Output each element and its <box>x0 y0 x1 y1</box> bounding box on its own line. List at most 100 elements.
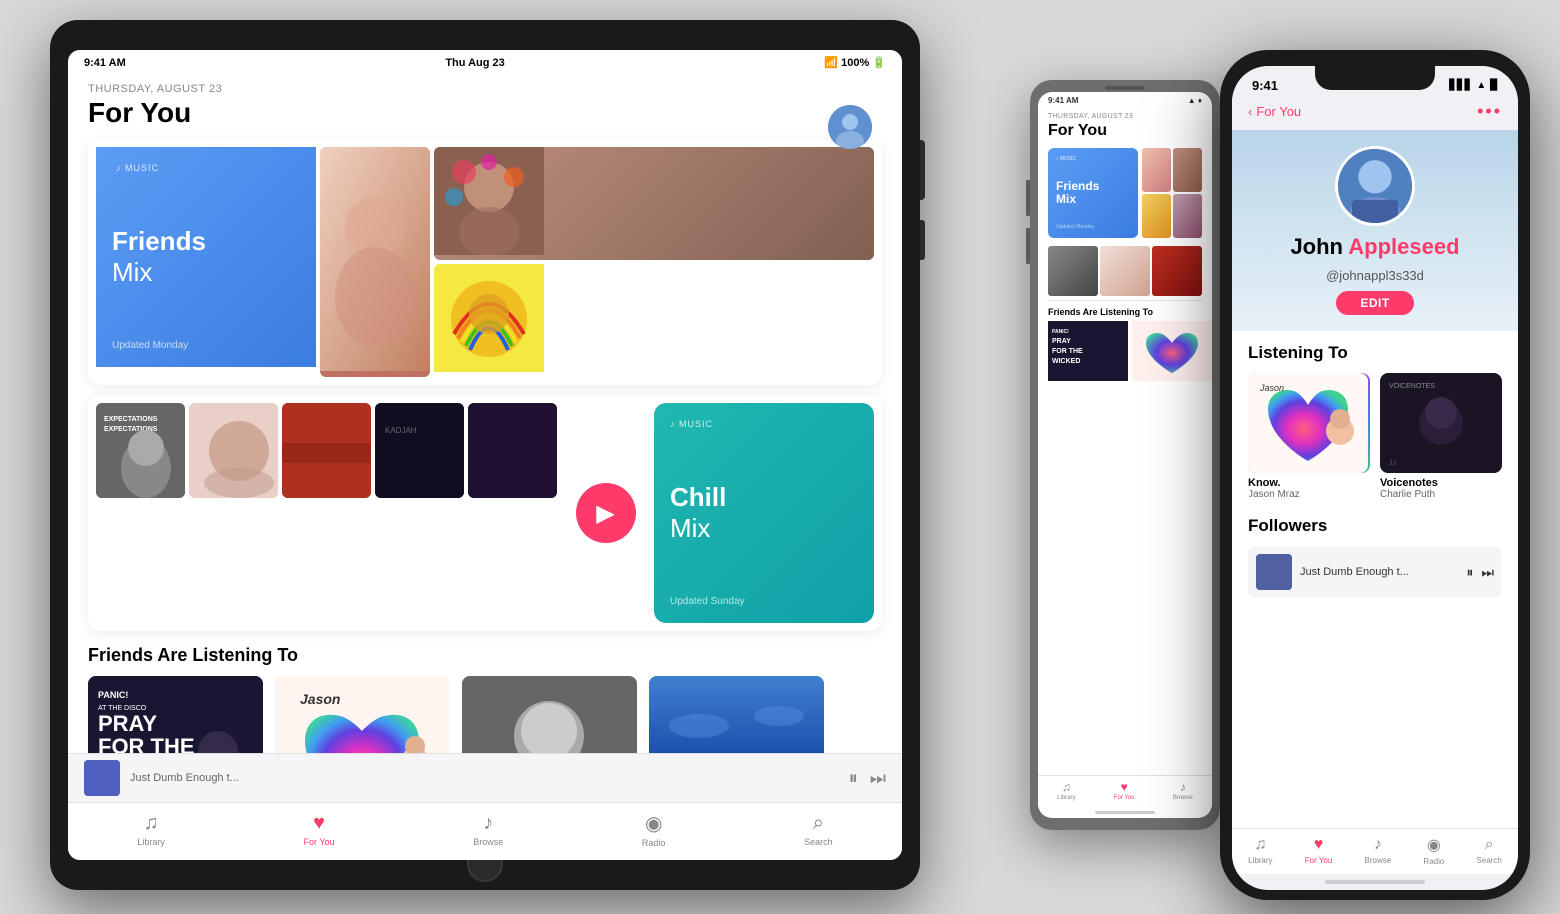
skip-icon[interactable]: ⏭ <box>870 768 886 789</box>
ix-tab-search[interactable]: ⌕ Search <box>1477 836 1502 865</box>
is-friend-jason[interactable] <box>1132 321 1212 381</box>
svg-text:VOICENOTES: VOICENOTES <box>1389 383 1435 390</box>
is-bottom-album-1 <box>1048 246 1098 296</box>
svg-text:PRAY: PRAY <box>98 711 157 736</box>
play-icon: ▶ <box>596 499 614 528</box>
ipad-page-title: For You <box>88 97 882 129</box>
is-for-you-icon: ♥ <box>1121 780 1128 794</box>
ipad-time: 9:41 AM <box>84 57 126 69</box>
play-button[interactable]: ▶ <box>576 483 636 543</box>
ix-edit-button[interactable]: EDIT <box>1336 291 1413 315</box>
is-tab-library[interactable]: ♫ Library <box>1057 780 1075 801</box>
ipad-device: 9:41 AM Thu Aug 23 📶 100% 🔋 THURSDAY, AU… <box>50 20 920 890</box>
pause-follower-icon[interactable]: ⏸ <box>1466 564 1473 581</box>
album-strip-4: KADJAH <box>375 403 464 498</box>
iphone-small-device: 9:41 AM ▲ ♦ THURSDAY, AUGUST 23 For You … <box>1030 80 1220 830</box>
friend-album-jason[interactable]: Jason Know. <box>275 676 450 753</box>
now-playing-thumbnail <box>84 760 120 796</box>
ix-know-artist: Jason Mraz <box>1248 489 1370 500</box>
ix-follower-row: Just Dumb Enough t... ⏸ ⏭ <box>1248 546 1502 598</box>
svg-text:WICKED: WICKED <box>1052 358 1080 365</box>
is-album-1 <box>1142 148 1171 192</box>
is-friend-panic[interactable]: PANIC! PRAY FOR THE WICKED <box>1048 321 1128 381</box>
tab-radio[interactable]: ◉ Radio <box>622 811 686 848</box>
ix-more-button[interactable]: ••• <box>1477 101 1502 122</box>
ipad-battery: 📶 100% 🔋 <box>824 56 886 69</box>
ix-navigation: ‹ For You ••• <box>1232 97 1518 130</box>
ix-browse-label: Browse <box>1365 856 1392 865</box>
wifi-status-icon: ▲ <box>1476 80 1486 91</box>
is-tab-library-label: Library <box>1057 795 1075 801</box>
is-browse-icon: ♪ <box>1180 780 1186 794</box>
ix-tab-bar: ♫ Library ♥ For You ♪ Browse ◉ Radio ⌕ <box>1232 828 1518 874</box>
is-friends-mix-card[interactable]: ♪ MUSIC FriendsMix Updated Monday <box>1048 148 1138 238</box>
ix-avatar <box>1335 146 1415 226</box>
album-art-1 <box>320 147 430 377</box>
library-icon: ♫ <box>144 812 159 835</box>
svg-text:PANIC!: PANIC! <box>1052 329 1069 335</box>
tab-search[interactable]: ⌕ Search <box>784 812 853 847</box>
pause-icon[interactable]: ⏸ <box>849 768 858 789</box>
album-strip-5 <box>468 403 557 498</box>
is-icons: ▲ ♦ <box>1188 96 1202 105</box>
svg-text:KADJAH: KADJAH <box>385 426 417 435</box>
friends-mix-container[interactable]: ♪ MUSIC Friends Mix Updated Monday <box>88 139 882 385</box>
ix-status-icons: ▋▋▋ ▲ ▉ <box>1449 78 1498 93</box>
ix-voicenotes-title: Voicenotes <box>1380 477 1502 489</box>
is-mix-updated: Updated Monday <box>1056 224 1130 230</box>
browse-icon: ♪ <box>483 812 493 835</box>
radio-icon: ◉ <box>645 811 662 836</box>
album-strip-2 <box>189 403 278 498</box>
ix-profile-section: John Appleseed @johnappl3s33d EDIT <box>1232 130 1518 331</box>
is-tab-for-you[interactable]: ♥ For You <box>1114 780 1135 801</box>
is-bottom-album-3 <box>1152 246 1202 296</box>
tab-browse[interactable]: ♪ Browse <box>453 812 523 847</box>
ix-tab-radio[interactable]: ◉ Radio <box>1423 835 1444 866</box>
ix-time: 9:41 <box>1252 78 1278 93</box>
avatar-image <box>828 105 872 149</box>
chill-mix-card[interactable]: ♪ MUSIC Chill Mix Updated Sunday <box>654 403 874 623</box>
tab-for-you-label: For You <box>304 837 335 847</box>
ix-name-red: Appleseed <box>1348 234 1459 259</box>
album-grid-right <box>320 147 874 377</box>
is-page-title: For You <box>1048 122 1202 140</box>
ix-follower-name: Just Dumb Enough t... <box>1300 566 1458 578</box>
is-tab-browse-label: Browse <box>1173 795 1193 801</box>
friend-album-bw[interactable] <box>462 676 637 753</box>
is-bottom-album-2 <box>1100 246 1150 296</box>
ipad-screen: 9:41 AM Thu Aug 23 📶 100% 🔋 THURSDAY, AU… <box>68 50 902 860</box>
play-button-container[interactable]: ▶ <box>561 403 650 623</box>
volume-up-button[interactable] <box>1026 180 1030 216</box>
ix-tab-library[interactable]: ♫ Library <box>1248 836 1272 865</box>
iphone-x-device: 9:41 ▋▋▋ ▲ ▉ ‹ For You ••• <box>1220 50 1530 900</box>
is-date-label: THURSDAY, AUGUST 23 <box>1048 113 1202 120</box>
back-chevron-icon: ‹ <box>1248 104 1252 119</box>
volume-down-button[interactable] <box>1026 228 1030 264</box>
battery-status-icon: ▉ <box>1490 80 1498 91</box>
friend-album-panic[interactable]: PANIC! AT THE DISCO PRAY FOR THE WICKED <box>88 676 263 753</box>
friends-mix-card[interactable]: ♪ MUSIC Friends Mix Updated Monday <box>96 147 316 367</box>
home-indicator <box>1095 811 1155 814</box>
skip-follower-icon[interactable]: ⏭ <box>1481 564 1494 581</box>
friend-album-blue[interactable] <box>649 676 824 753</box>
ix-radio-icon: ◉ <box>1427 835 1441 855</box>
ix-back-button[interactable]: ‹ For You <box>1248 104 1301 119</box>
ix-library-label: Library <box>1248 856 1272 865</box>
tab-library[interactable]: ♫ Library <box>117 812 185 847</box>
is-album-row-2 <box>1142 194 1202 238</box>
ix-browse-icon: ♪ <box>1374 836 1382 854</box>
now-playing-bar[interactable]: Just Dumb Enough t... ⏸ ⏭ <box>68 753 902 802</box>
speaker-grille <box>1105 86 1145 90</box>
is-tab-browse[interactable]: ♪ Browse <box>1173 780 1193 801</box>
now-playing-controls: ⏸ ⏭ <box>849 768 886 789</box>
tab-for-you[interactable]: ♥ For You <box>284 812 355 847</box>
ipad-main-content: THURSDAY, AUGUST 23 For You <box>68 75 902 753</box>
ix-tab-for-you[interactable]: ♥ For You <box>1305 836 1333 865</box>
ix-album-know[interactable]: Jason Know. Jason Mraz <box>1248 373 1370 500</box>
ix-tab-browse[interactable]: ♪ Browse <box>1365 836 1392 865</box>
svg-text:FOR THE: FOR THE <box>98 734 195 753</box>
signal-icon: ▋▋▋ <box>1449 80 1472 91</box>
ix-album-voicenotes[interactable]: VOICENOTES JJ Voicenotes Charlie Puth <box>1380 373 1502 500</box>
ipad-user-avatar[interactable] <box>828 105 872 149</box>
ix-voicenotes-artist: Charlie Puth <box>1380 489 1502 500</box>
